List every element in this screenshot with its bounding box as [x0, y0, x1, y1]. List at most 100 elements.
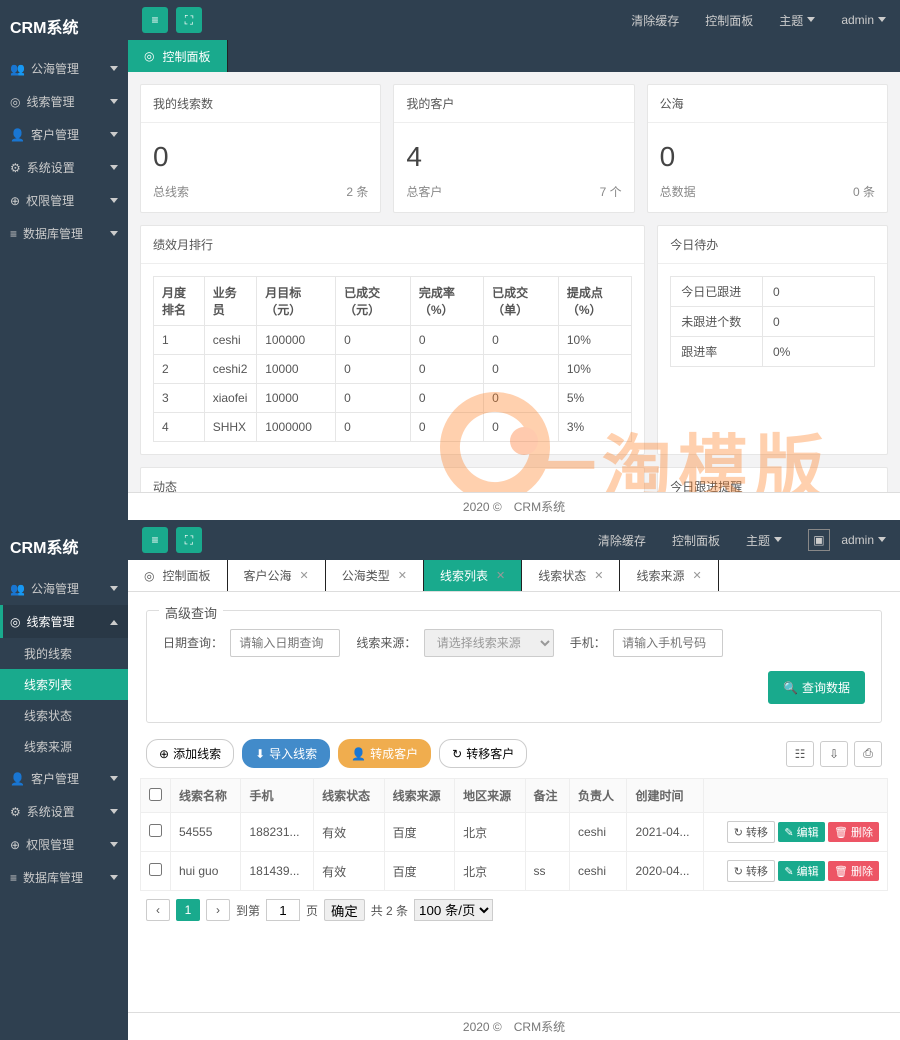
pager-size-select[interactable]: 100 条/页 — [414, 899, 493, 921]
fullscreen-button[interactable]: ⛶ — [176, 527, 202, 553]
convert-customer-button[interactable]: 👤转成客户 — [338, 739, 431, 768]
date-label: 日期查询： — [163, 636, 223, 650]
sidebar-item[interactable]: ⚙系统设置 — [0, 151, 128, 184]
menu-icon: 👥 — [10, 582, 25, 596]
pager-confirm-button[interactable]: 确定 — [324, 899, 365, 921]
download-icon: ⬇ — [255, 747, 265, 761]
rank-card: 绩效月排行 月度排名业务员月目标（元）已成交（元）完成率（%）已成交（单）提成点… — [140, 225, 645, 455]
row-edit-button[interactable]: ✎ 编辑 — [778, 822, 824, 842]
source-label: 线索来源： — [356, 636, 416, 650]
pager-goto-input[interactable] — [266, 899, 300, 921]
todo-title: 今日待办 — [658, 226, 887, 264]
sidebar-item[interactable]: ◎线索管理 — [0, 605, 128, 638]
row-checkbox[interactable] — [149, 863, 162, 876]
menu-icon: ⚙ — [10, 805, 21, 819]
menu-icon: ◎ — [10, 95, 20, 109]
advanced-search-panel: 高级查询 日期查询： 线索来源： 请选择线索来源 手机： 🔍查询数据 — [146, 610, 882, 723]
chevron-icon — [110, 842, 118, 851]
topbar: ≡ ⛶ 清除缓存 控制面板 主题 ▣ admin — [128, 520, 900, 560]
user-dropdown[interactable]: ▣ admin — [808, 529, 886, 551]
stat-card: 公海0总数据0 条 — [647, 84, 888, 213]
pager-next[interactable]: › — [206, 899, 230, 921]
date-input[interactable] — [230, 629, 340, 657]
close-icon[interactable]: ✕ — [300, 569, 309, 582]
sidebar-item[interactable]: ◎线索管理 — [0, 85, 128, 118]
sidebar-subitem[interactable]: 线索状态 — [0, 700, 128, 731]
avatar-placeholder-icon: ▣ — [808, 529, 830, 551]
row-checkbox[interactable] — [149, 824, 162, 837]
tabbar: ◎ 控制面板 — [128, 40, 900, 72]
close-icon[interactable]: ✕ — [496, 569, 505, 582]
refresh-icon: ↻ — [452, 747, 462, 761]
user-dropdown[interactable]: admin — [841, 13, 886, 27]
pager-page-1[interactable]: 1 — [176, 899, 200, 921]
sidebar-subitem[interactable]: 我的线索 — [0, 638, 128, 669]
select-all-checkbox[interactable] — [149, 788, 162, 801]
sidebar-subitem[interactable]: 线索来源 — [0, 731, 128, 762]
topbar: ≡ ⛶ 清除缓存 控制面板 主题 admin — [128, 0, 900, 40]
chevron-icon — [110, 809, 118, 818]
sidebar-item[interactable]: ⊕权限管理 — [0, 828, 128, 861]
toolbar: ⊕添加线索 ⬇导入线索 👤转成客户 ↻转移客户 ☷ ⇩ ⎙ — [140, 729, 888, 778]
row-delete-button[interactable]: 🗑 删除 — [828, 861, 879, 881]
fullscreen-button[interactable]: ⛶ — [176, 7, 202, 33]
footer: 2020 © CRM系统 — [128, 1012, 900, 1040]
row-transfer-button[interactable]: ↻ 转移 — [727, 860, 775, 882]
brand: CRM系统 — [0, 0, 128, 52]
row-transfer-button[interactable]: ↻ 转移 — [727, 821, 775, 843]
sidebar-item[interactable]: ≡数据库管理 — [0, 861, 128, 894]
print-button[interactable]: ⎙ — [854, 741, 882, 767]
tab[interactable]: 线索列表✕ — [424, 560, 522, 591]
transfer-customer-button[interactable]: ↻转移客户 — [439, 739, 527, 768]
pager-prev[interactable]: ‹ — [146, 899, 170, 921]
chevron-down-icon — [110, 165, 118, 174]
sidebar-item[interactable]: ⚙系统设置 — [0, 795, 128, 828]
query-button[interactable]: 🔍查询数据 — [768, 671, 865, 704]
stat-card: 我的客户4总客户7 个 — [393, 84, 634, 213]
columns-button[interactable]: ☷ — [786, 741, 814, 767]
footer: 2020 © CRM系统 — [128, 492, 900, 520]
sidebar-bottom: CRM系统 👥公海管理◎线索管理我的线索线索列表线索状态线索来源👤客户管理⚙系统… — [0, 520, 128, 1040]
chevron-down-icon — [110, 66, 118, 75]
theme-dropdown[interactable]: 主题 — [779, 12, 815, 29]
row-edit-button[interactable]: ✎ 编辑 — [778, 861, 824, 881]
theme-dropdown[interactable]: 主题 — [746, 532, 782, 549]
phone-input[interactable] — [613, 629, 723, 657]
menu-icon: 👤 — [10, 128, 25, 142]
table-row: 54555188231...有效 百度北京 ceshi2021-04... ↻ … — [141, 813, 888, 852]
sidebar-item[interactable]: 👤客户管理 — [0, 118, 128, 151]
tab[interactable]: 线索来源✕ — [620, 560, 718, 591]
tab-dashboard[interactable]: ◎ 控制面板 — [128, 40, 228, 72]
sidebar-item[interactable]: 👥公海管理 — [0, 572, 128, 605]
dashboard-link[interactable]: 控制面板 — [672, 532, 720, 549]
target-icon: ◎ — [144, 569, 154, 583]
row-delete-button[interactable]: 🗑 删除 — [828, 822, 879, 842]
toggle-sidebar-button[interactable]: ≡ — [142, 7, 168, 33]
pager: ‹ 1 › 到第 页 确定 共 2 条 100 条/页 — [140, 891, 888, 929]
sidebar-item[interactable]: 👥公海管理 — [0, 52, 128, 85]
sidebar-item[interactable]: ≡数据库管理 — [0, 217, 128, 250]
close-icon[interactable]: ✕ — [594, 569, 603, 582]
tab[interactable]: ◎控制面板 — [128, 560, 228, 591]
import-clue-button[interactable]: ⬇导入线索 — [242, 739, 330, 768]
clear-cache-link[interactable]: 清除缓存 — [598, 532, 646, 549]
toggle-sidebar-button[interactable]: ≡ — [142, 527, 168, 553]
tab[interactable]: 线索状态✕ — [522, 560, 620, 591]
add-clue-button[interactable]: ⊕添加线索 — [146, 739, 234, 768]
tab[interactable]: 客户公海✕ — [228, 560, 326, 591]
source-select[interactable]: 请选择线索来源 — [424, 629, 554, 657]
close-icon[interactable]: ✕ — [692, 569, 701, 582]
clear-cache-link[interactable]: 清除缓存 — [631, 12, 679, 29]
feed-card: 动态 admin 跟进 跟进记录: 跟进时间：2021-07-07 16:46:… — [140, 467, 645, 492]
tab[interactable]: 公海类型✕ — [326, 560, 424, 591]
sidebar-item[interactable]: ⊕权限管理 — [0, 184, 128, 217]
dashboard-link[interactable]: 控制面板 — [705, 12, 753, 29]
menu-icon: ◎ — [10, 615, 20, 629]
export-button[interactable]: ⇩ — [820, 741, 848, 767]
sidebar-item[interactable]: 👤客户管理 — [0, 762, 128, 795]
menu-icon: ⚙ — [10, 161, 21, 175]
sidebar-subitem[interactable]: 线索列表 — [0, 669, 128, 700]
menu-icon: 👤 — [10, 772, 25, 786]
close-icon[interactable]: ✕ — [398, 569, 407, 582]
plus-icon: ⊕ — [159, 747, 169, 761]
